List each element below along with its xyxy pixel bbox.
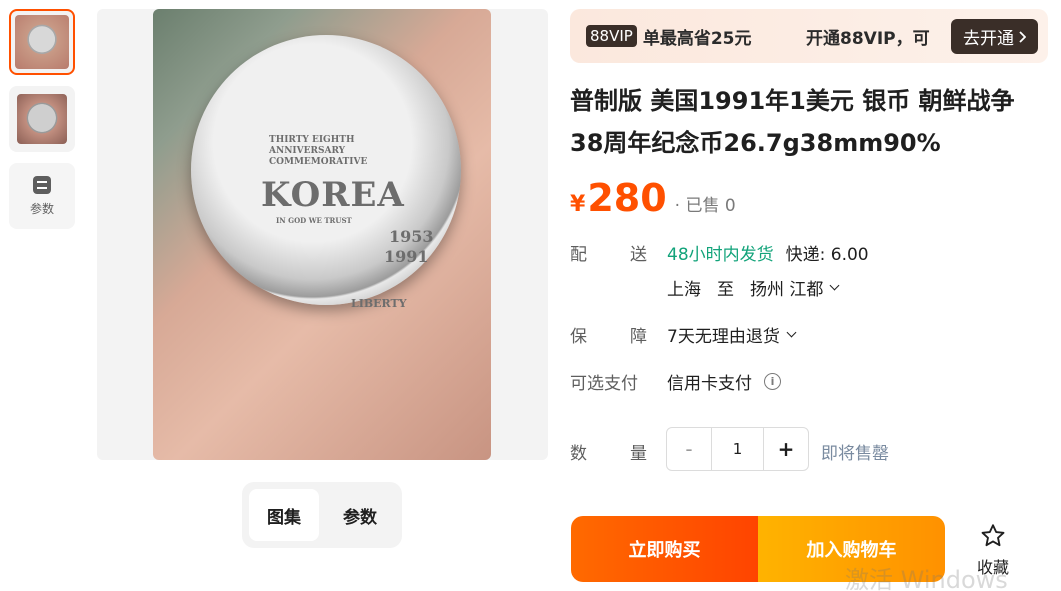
favorite-button[interactable]: 收藏 (972, 522, 1014, 578)
params-icon (33, 175, 51, 194)
payment-text: 信用卡支付 (667, 374, 752, 394)
ship-to-word: 至 (717, 280, 734, 300)
increment-button[interactable]: + (764, 428, 808, 470)
thumbnail-2[interactable] (9, 86, 75, 152)
coin-thumbnail-image (15, 15, 69, 69)
buy-now-button[interactable]: 立即购买 (571, 516, 758, 582)
tab-gallery[interactable]: 图集 (249, 489, 319, 541)
ship-time: 48小时内发货 (667, 245, 774, 265)
vip-banner: 88VIP 单最高省25元 开通88VIP，可 去开通 (570, 9, 1048, 63)
stock-status: 即将售罄 (821, 444, 889, 464)
shipping-label: 配 送 (570, 240, 647, 265)
quantity-label: 数 量 (570, 439, 647, 464)
guarantee-label: 保 障 (570, 322, 647, 347)
product-title: 普制版 美国1991年1美元 银币 朝鲜战争38周年纪念币26.7g38mm90… (570, 87, 1015, 157)
coin-anniversary-text: THIRTY EIGHTH ANNIVERSARY COMMEMORATIVE (269, 135, 368, 167)
currency-symbol: ¥ (570, 192, 586, 217)
guarantee-label-b: 障 (630, 327, 647, 347)
coin-trust-text: IN GOD WE TRUST (276, 216, 352, 225)
payment-value: 信用卡支付 i (667, 369, 781, 394)
shipping-label-b: 送 (630, 245, 647, 265)
main-image-area: THIRTY EIGHTH ANNIVERSARY COMMEMORATIVE … (97, 9, 548, 460)
coin-thumbnail-image (17, 94, 67, 144)
shipping-value: 48小时内发货 快递: 6.00 (667, 240, 869, 265)
payment-label: 可选支付 (570, 369, 647, 394)
guarantee-text: 7天无理由退货 (667, 327, 780, 347)
add-to-cart-button[interactable]: 加入购物车 (758, 516, 945, 582)
coin-year-1953: 1953 (389, 227, 434, 246)
chevron-down-icon (786, 327, 797, 338)
quantity-input[interactable]: 1 (711, 428, 764, 470)
vip-open-text: 开通88VIP，可 (806, 28, 930, 49)
price-row: ¥ 280 · 已售 0 (570, 176, 736, 220)
shipping-route[interactable]: 上海 至 扬州 江都 (667, 275, 840, 300)
guarantee-value[interactable]: 7天无理由退货 (667, 322, 797, 347)
vip-open-button[interactable]: 去开通 (951, 19, 1038, 54)
thumbnail-list: 参数 (9, 9, 75, 240)
tab-params[interactable]: 参数 (325, 489, 395, 541)
payment-label-text: 可选支付 (570, 374, 638, 394)
coin-korea-text: KOREA (261, 175, 405, 215)
favorite-label: 收藏 (976, 558, 1009, 577)
vip-open-button-label: 去开通 (963, 29, 1014, 49)
sold-count: · 已售 0 (674, 196, 736, 216)
coin-liberty-text: LIBERTY (351, 297, 407, 310)
star-icon (981, 524, 1005, 547)
thumbnail-params-label: 参数 (29, 201, 54, 216)
chevron-right-icon (1019, 30, 1026, 43)
decrement-button[interactable]: - (667, 428, 711, 470)
price-value: 280 (587, 176, 667, 220)
ship-destination: 扬州 江都 (750, 280, 824, 300)
product-photo[interactable]: THIRTY EIGHTH ANNIVERSARY COMMEMORATIVE … (153, 9, 491, 460)
gallery-tabs: 图集 参数 (242, 482, 402, 548)
quantity-label-b: 量 (630, 444, 647, 464)
vip-save-text: 单最高省25元 (642, 28, 752, 49)
quantity-stepper: - 1 + (666, 427, 809, 471)
quantity-label-a: 数 (570, 444, 587, 464)
chevron-down-icon (829, 280, 840, 291)
coin-year-1991: 1991 (384, 247, 429, 266)
ship-from: 上海 (667, 280, 701, 300)
thumbnail-params[interactable]: 参数 (9, 163, 75, 229)
vip-badge: 88VIP (586, 25, 637, 47)
purchase-buttons: 立即购买 加入购物车 (571, 516, 945, 582)
express-fee: 快递: 6.00 (785, 245, 869, 265)
guarantee-label-a: 保 (570, 327, 587, 347)
coin-image: THIRTY EIGHTH ANNIVERSARY COMMEMORATIVE … (191, 35, 461, 310)
shipping-label-a: 配 (570, 245, 587, 265)
info-icon[interactable]: i (764, 373, 781, 390)
thumbnail-1[interactable] (9, 9, 75, 75)
